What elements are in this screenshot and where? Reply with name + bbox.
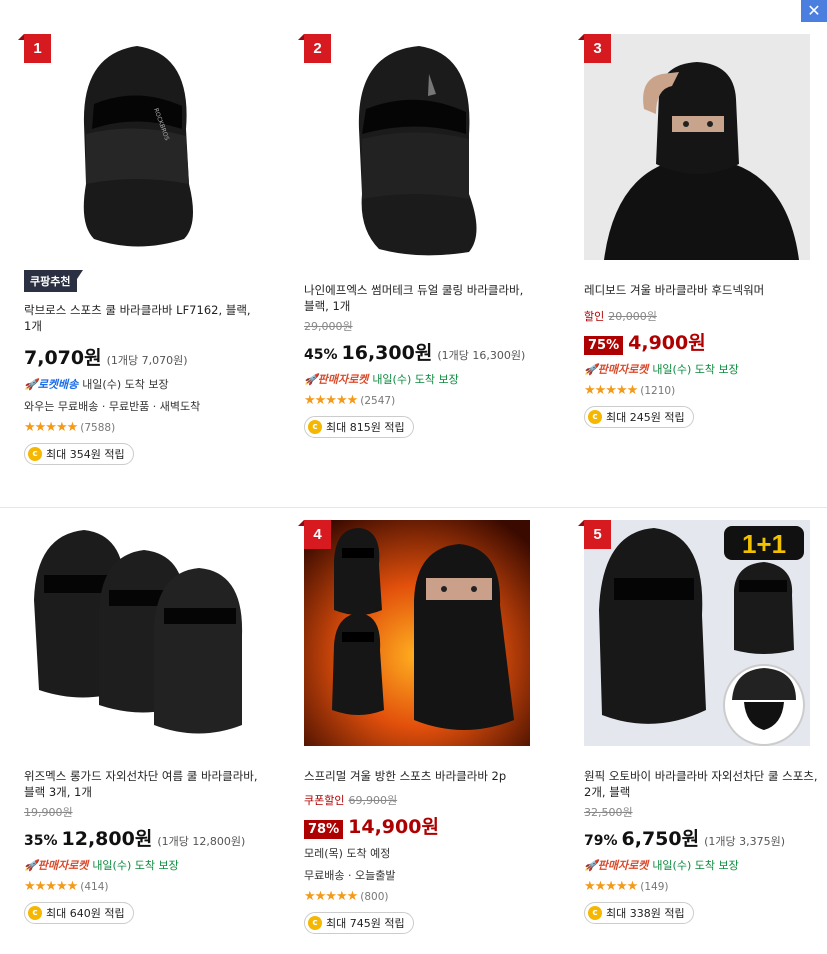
discount-rate: 35% [24, 833, 58, 849]
product-image[interactable]: ROCKBROS 1 [18, 34, 250, 260]
price: 7,070원 [24, 347, 102, 369]
seller-rocket-badge: 🚀판매자로켓 [584, 363, 649, 376]
delivery-text: 내일(수) 도착 보장 [652, 859, 739, 872]
star-rating-icon: ★★★★★ [304, 889, 358, 904]
delivery-text: 내일(수) 도착 보장 [372, 373, 459, 386]
original-price-row: 쿠폰할인 69,900원 [304, 794, 398, 807]
product-title[interactable]: 레디보드 겨울 바라클라바 후드넥워머 [584, 282, 820, 298]
rank-ribbon: 4 [298, 520, 331, 549]
product-image[interactable]: 1+1 5 [578, 520, 810, 746]
product-image[interactable]: 4 [298, 520, 530, 746]
rating: ★★★★★ (1210) [584, 383, 824, 398]
price: 6,750원 [621, 828, 700, 850]
coin-icon: c [308, 916, 322, 930]
rank-ribbon: 5 [578, 520, 611, 549]
review-count: (1210) [640, 384, 676, 397]
product-card[interactable]: 2 나인에프엑스 썸머테크 듀얼 쿨링 바라클라바, 블랙, 1개 29,000… [298, 34, 544, 438]
product-title[interactable]: 나인에프엑스 썸머테크 듀얼 쿨링 바라클라바, 블랙, 1개 [304, 282, 540, 314]
rating: ★★★★★ (149) [584, 879, 824, 894]
delivery-text: 내일(수) 도착 보장 [652, 363, 739, 376]
original-price: 32,500원 [584, 806, 633, 819]
coin-icon: c [28, 447, 42, 461]
product-title[interactable]: 원픽 오토바이 바라클라바 자외선차단 쿨 스포츠, 2개, 블랙 [584, 768, 820, 800]
points-badge: c 최대 815원 적립 [304, 416, 414, 438]
row-divider [0, 507, 827, 508]
unit-price: (1개당 3,375원) [704, 835, 786, 848]
product-image[interactable]: 2 [298, 34, 530, 260]
product-card[interactable]: ROCKBROS 1 쿠팡추천 락브로스 스포츠 쿨 바라클라바 LF7162,… [18, 34, 264, 465]
rating: ★★★★★ (414) [24, 879, 264, 894]
rating: ★★★★★ (2547) [304, 393, 544, 408]
delivery-estimate: 모레(목) 도착 예정 [304, 847, 391, 860]
review-count: (149) [640, 880, 669, 893]
rank-ribbon: 2 [298, 34, 331, 63]
rating: ★★★★★ (7588) [24, 420, 264, 435]
discount-rate: 78% [304, 820, 344, 839]
product-title[interactable]: 락브로스 스포츠 쿨 바라클라바 LF7162, 블랙, 1개 [24, 302, 260, 334]
star-rating-icon: ★★★★★ [304, 393, 358, 408]
review-count: (414) [80, 880, 109, 893]
seller-rocket-badge: 🚀판매자로켓 [304, 373, 369, 386]
discount-rate: 75% [584, 336, 624, 355]
rank-ribbon: 3 [578, 34, 611, 63]
product-card[interactable]: 1+1 5 원픽 오토바이 바라클라바 자외선차단 쿨 스포츠, 2개, 블랙 … [578, 520, 824, 924]
product-card[interactable]: 3 레디보드 겨울 바라클라바 후드넥워머 할인 20,000원 75% 4,90… [578, 34, 824, 428]
price: 4,900원 [628, 332, 706, 354]
review-count: (7588) [80, 421, 116, 434]
shipping-info: 무료배송 · 오늘출발 [304, 869, 396, 882]
product-image[interactable]: 3 [578, 34, 810, 260]
rocket-delivery-badge: 🚀로켓배송 [24, 378, 79, 391]
unit-price: (1개당 16,300원) [437, 349, 526, 362]
discount-rate: 45% [304, 347, 338, 363]
product-image[interactable] [24, 520, 250, 746]
points-badge: c 최대 245원 적립 [584, 406, 694, 428]
points-badge: c 최대 354원 적립 [24, 443, 134, 465]
recommended-badge: 쿠팡추천 [24, 270, 85, 292]
shipping-info: 와우는 무료배송 · 무료반품 · 새벽도착 [24, 400, 201, 413]
coin-icon: c [588, 906, 602, 920]
star-rating-icon: ★★★★★ [24, 879, 78, 894]
delivery-text: 내일(수) 도착 보장 [92, 859, 179, 872]
star-rating-icon: ★★★★★ [584, 879, 638, 894]
product-title[interactable]: 위즈멕스 롱가드 자외선차단 여름 쿨 바라클라바, 블랙 3개, 1개 [24, 768, 260, 800]
coin-icon: c [588, 410, 602, 424]
price: 16,300원 [341, 342, 433, 364]
unit-price: (1개당 7,070원) [106, 354, 188, 367]
coin-icon: c [308, 420, 322, 434]
review-count: (2547) [360, 394, 396, 407]
original-price-row: 할인 20,000원 [584, 310, 657, 323]
points-badge: c 최대 745원 적립 [304, 912, 414, 934]
price: 12,800원 [61, 828, 153, 850]
coin-icon: c [28, 906, 42, 920]
points-badge: c 최대 640원 적립 [24, 902, 134, 924]
review-count: (800) [360, 890, 389, 903]
seller-rocket-badge: 🚀판매자로켓 [584, 859, 649, 872]
close-button[interactable]: ✕ [801, 0, 827, 22]
rank-ribbon: 1 [18, 34, 51, 63]
price: 14,900원 [348, 816, 439, 838]
star-rating-icon: ★★★★★ [584, 383, 638, 398]
product-card[interactable]: 위즈멕스 롱가드 자외선차단 여름 쿨 바라클라바, 블랙 3개, 1개 19,… [24, 520, 264, 924]
rating: ★★★★★ (800) [304, 889, 544, 904]
points-badge: c 최대 338원 적립 [584, 902, 694, 924]
original-price: 19,900원 [24, 806, 73, 819]
unit-price: (1개당 12,800원) [157, 835, 246, 848]
star-rating-icon: ★★★★★ [24, 420, 78, 435]
seller-rocket-badge: 🚀판매자로켓 [24, 859, 89, 872]
product-title[interactable]: 스프리멀 겨울 방한 스포츠 바라클라바 2p [304, 768, 540, 784]
promo-text: 1+1 [742, 529, 786, 559]
discount-rate: 79% [584, 833, 618, 849]
delivery-text: 내일(수) 도착 보장 [82, 378, 169, 391]
product-card[interactable]: 4 스프리멀 겨울 방한 스포츠 바라클라바 2p 쿠폰할인 69,900원 78… [298, 520, 544, 934]
original-price: 29,000원 [304, 320, 353, 333]
